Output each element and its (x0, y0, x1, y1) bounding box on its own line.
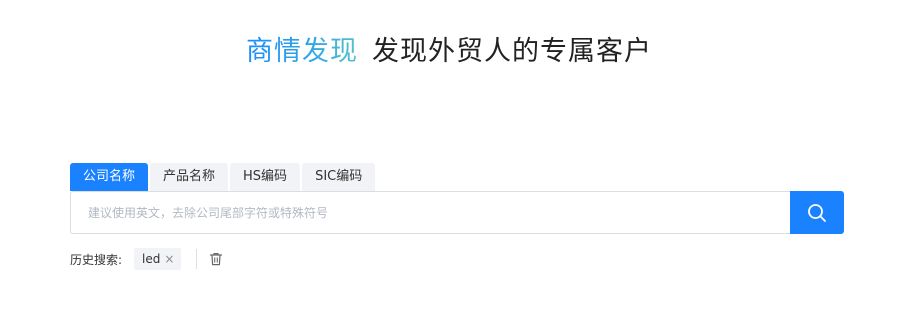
divider (196, 249, 198, 269)
hero-title: 商情发现 发现外贸人的专属客户 (0, 30, 898, 74)
search-history: 历史搜索: led × (70, 248, 223, 270)
tab-product-name[interactable]: 产品名称 (150, 163, 229, 191)
page: 商情发现发现外贸人的专属客户 公司名称 产品名称 HS编码 SIC编码 历史搜索… (0, 0, 898, 324)
tab-company-name[interactable]: 公司名称 (70, 163, 149, 191)
search-type-tabs: 公司名称 产品名称 HS编码 SIC编码 (70, 163, 377, 191)
slogan: 发现外贸人的专属客户 (372, 36, 652, 67)
trash-icon (210, 253, 223, 266)
history-tag[interactable]: led × (134, 248, 182, 270)
history-tag-text: led (142, 252, 161, 266)
history-label: 历史搜索: (70, 252, 123, 267)
tab-hs-code[interactable]: HS编码 (230, 163, 301, 191)
brand-name: 商情发现 (246, 36, 358, 67)
search-button[interactable] (790, 191, 844, 234)
clear-history-button[interactable] (209, 252, 223, 266)
search-icon (808, 203, 826, 222)
tab-sic-code[interactable]: SIC编码 (302, 163, 376, 191)
search-bar (70, 191, 844, 234)
close-icon[interactable]: × (164, 252, 174, 266)
search-input[interactable] (70, 191, 790, 234)
